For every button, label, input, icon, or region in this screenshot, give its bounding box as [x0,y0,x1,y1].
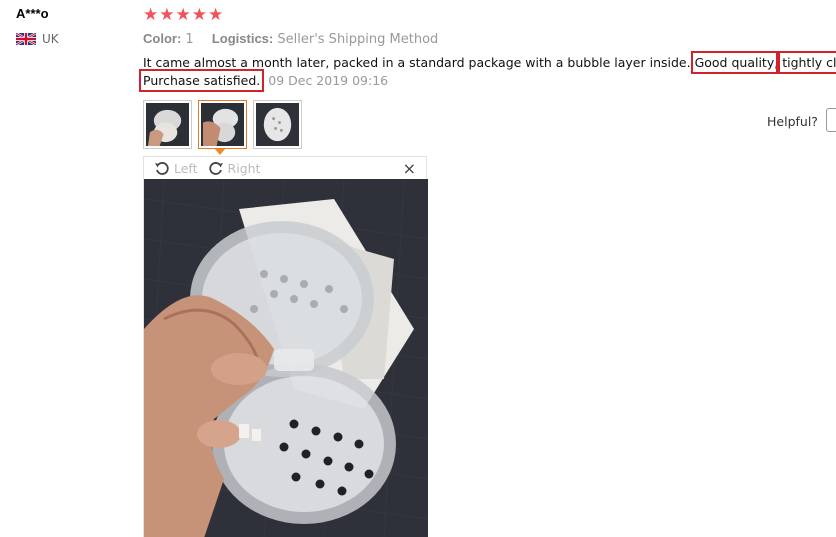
review-body: It came almost a month later, packed in … [143,55,691,70]
country-label: UK [42,32,59,46]
star-rating: ★ ★ ★ ★ ★ [143,5,224,25]
active-thumbnail-pointer [215,149,225,155]
thumbnail-3[interactable] [253,100,302,149]
helpful-label: Helpful? [767,114,818,129]
highlight-tightly-closed: tightly closed. [778,51,836,74]
close-icon[interactable]: × [403,159,416,178]
rotate-left-label: Left [174,160,198,176]
image-viewer: Left Right × [143,156,428,537]
review-photo [144,179,428,537]
highlight-good-quality: Good quality [690,51,779,74]
thumbnail-2[interactable] [198,100,247,149]
rotate-left-icon [155,162,169,175]
star-icon: ★ [191,5,207,25]
rotate-right-button[interactable]: Right [208,160,261,176]
thumbnail-photo [146,103,189,146]
rotate-right-label: Right [227,160,261,176]
thumbnail-photo [256,103,299,146]
star-icon: ★ [159,5,175,25]
reviewer-country: UK [16,32,59,46]
highlight-purchase-satisfied: Purchase satisfied. [138,69,265,92]
review-text-line2: Purchase satisfied. 09 Dec 2019 09:16 [138,69,389,92]
star-icon: ★ [143,5,159,25]
logistics-value: Seller's Shipping Method [277,32,439,47]
thumbnail-photo [201,103,244,146]
uk-flag-icon [16,33,36,45]
viewer-toolbar: Left Right × [144,157,426,179]
logistics-label: Logistics: [211,31,274,46]
helpful-button[interactable] [826,108,836,132]
star-icon: ★ [208,5,224,25]
review-date: 09 Dec 2019 09:16 [268,73,389,88]
reviewer-name: A***o [16,6,49,21]
order-meta: Color: 1 Logistics: Seller's Shipping Me… [143,31,452,47]
review-thumbnails [143,100,302,149]
rotate-right-icon [208,162,223,175]
color-label: Color: [143,31,182,46]
color-value: 1 [185,32,194,47]
thumbnail-1[interactable] [143,100,192,149]
rotate-left-button[interactable]: Left [154,160,198,176]
star-icon: ★ [175,5,191,25]
review-separator: , [774,55,779,70]
review-text: It came almost a month later, packed in … [143,51,836,74]
